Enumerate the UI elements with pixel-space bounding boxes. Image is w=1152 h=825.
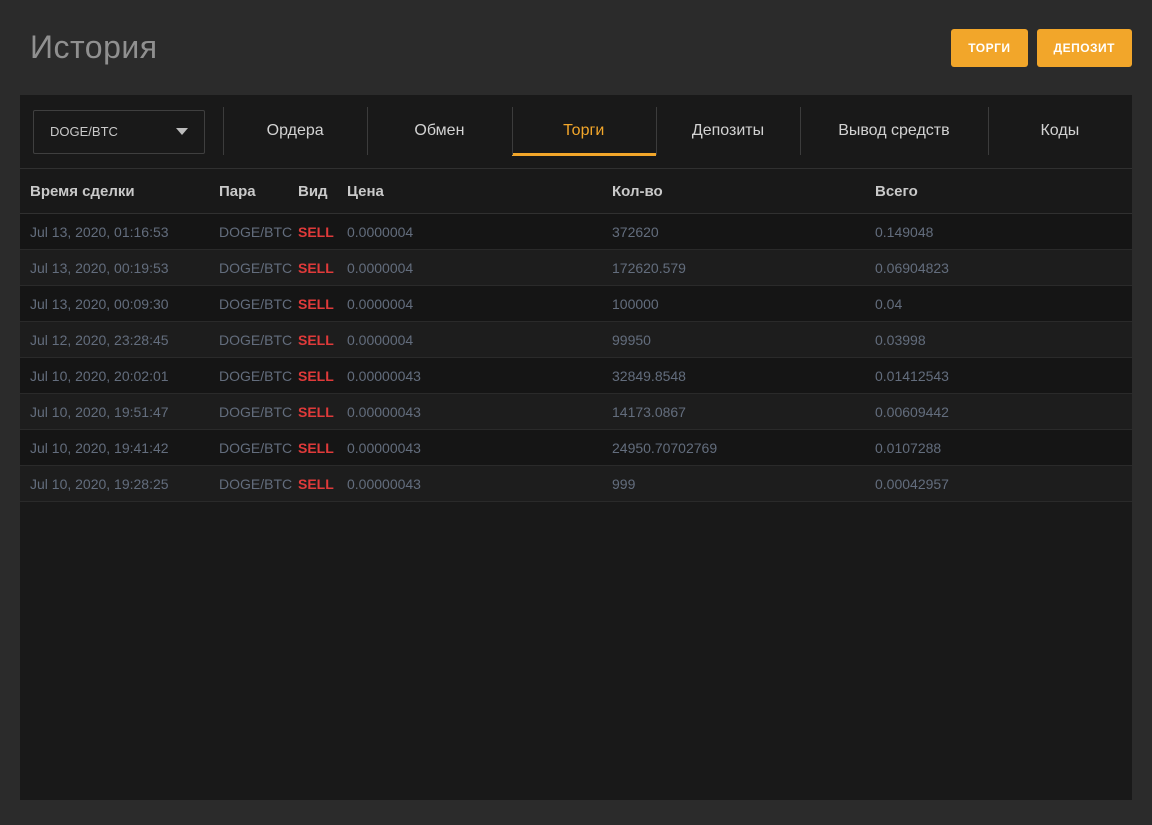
tab-exchange[interactable]: Обмен <box>367 107 511 156</box>
trade-time: Jul 13, 2020, 00:09:30 <box>30 295 169 312</box>
trade-side: SELL <box>298 403 334 420</box>
trade-pair: DOGE/BTC <box>219 295 293 312</box>
column-header-total: Всего <box>875 182 918 200</box>
trade-pair: DOGE/BTC <box>219 403 293 420</box>
table-row[interactable]: Jul 10, 2020, 19:28:25 DOGE/BTC SELL 0.0… <box>20 466 1132 502</box>
trade-price: 0.00000043 <box>347 403 421 420</box>
trade-time: Jul 13, 2020, 01:16:53 <box>30 223 169 240</box>
table-row[interactable]: Jul 10, 2020, 19:41:42 DOGE/BTC SELL 0.0… <box>20 430 1132 466</box>
trade-total: 0.00609442 <box>875 403 949 420</box>
trade-total: 0.00042957 <box>875 475 949 492</box>
tab-label: Коды <box>1040 122 1080 139</box>
deposit-button[interactable]: ДЕПОЗИТ <box>1036 28 1132 67</box>
trade-time: Jul 10, 2020, 19:51:47 <box>30 403 169 420</box>
trade-price: 0.0000004 <box>347 223 414 240</box>
pair-select[interactable]: DOGE/BTC <box>33 109 205 154</box>
trade-pair: DOGE/BTC <box>219 367 293 384</box>
trade-time: Jul 13, 2020, 00:19:53 <box>30 259 169 276</box>
trade-total: 0.04 <box>875 295 903 312</box>
table-header: Время сделки Пара Вид Цена Кол-во Всего <box>20 168 1132 214</box>
tab-withdrawals[interactable]: Вывод средств <box>800 107 988 156</box>
tab-label: Ордера <box>266 122 324 139</box>
history-panel: DOGE/BTC Ордера Обмен Торги Депозиты Вывод с… <box>20 95 1132 800</box>
trade-side: SELL <box>298 331 334 348</box>
trade-pair: DOGE/BTC <box>219 475 293 492</box>
trade-pair: DOGE/BTC <box>219 331 293 348</box>
pair-select-value: DOGE/BTC <box>50 124 118 139</box>
table-row[interactable]: Jul 13, 2020, 01:16:53 DOGE/BTC SELL 0.0… <box>20 214 1132 250</box>
trade-price: 0.00000043 <box>347 367 421 384</box>
column-header-time: Время сделки <box>30 182 135 200</box>
table-row[interactable]: Jul 10, 2020, 20:02:01 DOGE/BTC SELL 0.0… <box>20 358 1132 394</box>
trade-amount: 172620.579 <box>612 259 686 276</box>
trade-price: 0.0000004 <box>347 259 414 276</box>
trade-time: Jul 10, 2020, 20:02:01 <box>30 367 169 384</box>
table-row[interactable]: Jul 13, 2020, 00:09:30 DOGE/BTC SELL 0.0… <box>20 286 1132 322</box>
tab-bar: DOGE/BTC Ордера Обмен Торги Депозиты Вывод с… <box>20 95 1132 168</box>
trade-price: 0.00000043 <box>347 439 421 456</box>
trade-amount: 14173.0867 <box>612 403 686 420</box>
trade-amount: 32849.8548 <box>612 367 686 384</box>
column-header-side: Вид <box>298 182 328 200</box>
trade-side: SELL <box>298 439 334 456</box>
trade-amount: 99950 <box>612 331 651 348</box>
trade-total: 0.01412543 <box>875 367 949 384</box>
trade-price: 0.00000043 <box>347 475 421 492</box>
trade-pair: DOGE/BTC <box>219 439 293 456</box>
trade-time: Jul 10, 2020, 19:28:25 <box>30 475 169 492</box>
trade-amount: 24950.70702769 <box>612 439 718 456</box>
trade-side: SELL <box>298 223 334 240</box>
tab-deposits[interactable]: Депозиты <box>655 107 800 156</box>
tab-codes[interactable]: Коды <box>987 107 1132 156</box>
trade-total: 0.0107288 <box>875 439 942 456</box>
table-row[interactable]: Jul 10, 2020, 19:51:47 DOGE/BTC SELL 0.0… <box>20 394 1132 430</box>
trade-amount: 999 <box>612 475 636 492</box>
trade-pair: DOGE/BTC <box>219 223 293 240</box>
tab-trades[interactable]: Торги <box>511 107 656 156</box>
page-title: История <box>30 29 158 65</box>
tab-label: Обмен <box>414 122 465 139</box>
table-body: Jul 13, 2020, 01:16:53 DOGE/BTC SELL 0.0… <box>20 214 1132 502</box>
tab-label: Торги <box>563 122 605 139</box>
column-header-price: Цена <box>347 182 384 200</box>
tab-orders[interactable]: Ордера <box>223 107 367 156</box>
table-row[interactable]: Jul 13, 2020, 00:19:53 DOGE/BTC SELL 0.0… <box>20 250 1132 286</box>
trade-total: 0.149048 <box>875 223 934 240</box>
trade-price: 0.0000004 <box>347 295 414 312</box>
trade-total: 0.03998 <box>875 331 926 348</box>
trade-side: SELL <box>298 259 334 276</box>
tab-label: Вывод средств <box>838 122 950 139</box>
trade-amount: 100000 <box>612 295 659 312</box>
trade-time: Jul 10, 2020, 19:41:42 <box>30 439 169 456</box>
table-row[interactable]: Jul 12, 2020, 23:28:45 DOGE/BTC SELL 0.0… <box>20 322 1132 358</box>
header-actions: ТОРГИ ДЕПОЗИТ <box>951 28 1132 67</box>
trade-side: SELL <box>298 475 334 492</box>
trade-price: 0.0000004 <box>347 331 414 348</box>
page-header: История ТОРГИ ДЕПОЗИТ <box>0 0 1152 95</box>
column-header-pair: Пара <box>219 182 256 200</box>
trade-amount: 372620 <box>612 223 659 240</box>
trade-time: Jul 12, 2020, 23:28:45 <box>30 331 169 348</box>
trade-total: 0.06904823 <box>875 259 949 276</box>
tab-label: Депозиты <box>691 122 765 139</box>
trade-side: SELL <box>298 295 334 312</box>
tab-list: Ордера Обмен Торги Депозиты Вывод средств Код… <box>223 95 1132 168</box>
chevron-down-icon <box>176 128 188 135</box>
trade-side: SELL <box>298 367 334 384</box>
column-header-amount: Кол-во <box>612 182 663 200</box>
trades-button[interactable]: ТОРГИ <box>951 28 1028 67</box>
trade-pair: DOGE/BTC <box>219 259 293 276</box>
